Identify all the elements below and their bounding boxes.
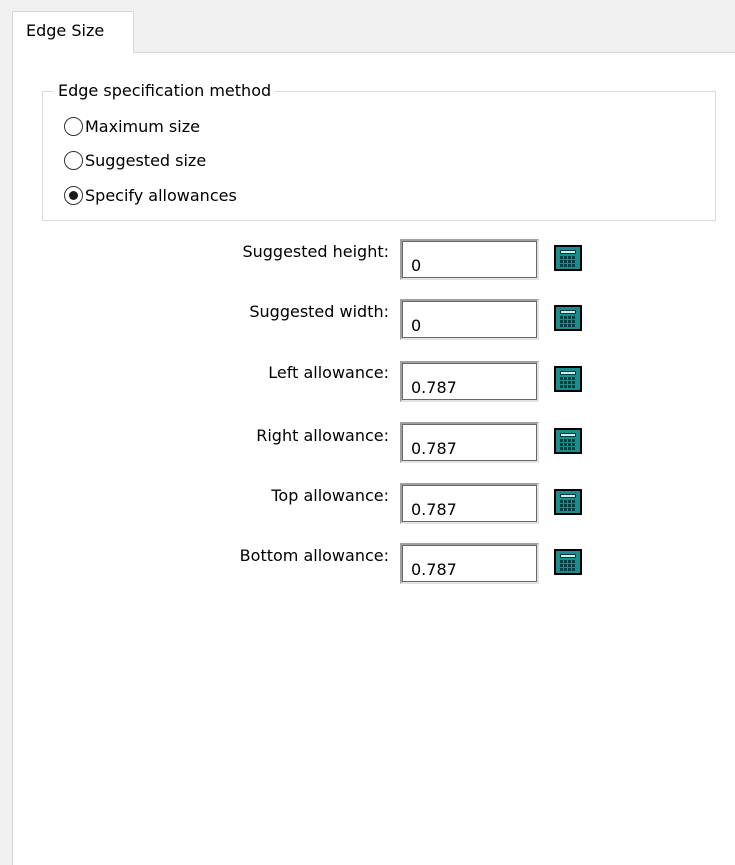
calculator-icon[interactable] <box>554 489 582 515</box>
right-allowance-label: Right allowance: <box>256 426 389 445</box>
left-allowance-label: Left allowance: <box>268 363 389 382</box>
calculator-icon[interactable] <box>554 245 582 271</box>
radio-button-checked[interactable] <box>64 185 83 205</box>
tab-edge-size-label: Edge Size <box>26 21 105 40</box>
suggested-height-field[interactable] <box>400 239 539 280</box>
group-legend: Edge specification method <box>54 80 275 102</box>
top-allowance-field[interactable] <box>400 483 539 524</box>
bottom-allowance-label: Bottom allowance: <box>239 546 389 565</box>
edge-size-panel: Edge specification method Maximum size S… <box>12 52 735 865</box>
radio-label: Suggested size <box>85 150 207 170</box>
calculator-icon[interactable] <box>554 428 582 454</box>
radio-suggested-size[interactable]: Suggested size <box>64 149 206 171</box>
suggested-width-field[interactable] <box>400 299 539 340</box>
left-allowance-field[interactable] <box>400 361 539 402</box>
radio-specify-allowances[interactable]: Specify allowances <box>64 184 237 206</box>
radio-label: Maximum size <box>85 116 200 136</box>
calculator-icon[interactable] <box>554 305 582 331</box>
radio-maximum-size[interactable]: Maximum size <box>64 115 200 137</box>
right-allowance-field[interactable] <box>400 422 539 463</box>
calculator-icon[interactable] <box>554 549 582 575</box>
tab-strip: Edge Size <box>0 0 735 53</box>
tab-edge-size[interactable]: Edge Size <box>12 11 134 53</box>
edge-specification-method-group: Edge specification method Maximum size S… <box>42 80 716 221</box>
calculator-icon[interactable] <box>554 366 582 392</box>
radio-label: Specify allowances <box>85 185 237 205</box>
radio-button[interactable] <box>64 116 83 136</box>
radio-button[interactable] <box>64 150 83 170</box>
suggested-height-label: Suggested height: <box>242 242 389 261</box>
bottom-allowance-field[interactable] <box>400 543 539 584</box>
top-allowance-label: Top allowance: <box>271 486 389 505</box>
suggested-width-label: Suggested width: <box>249 302 389 321</box>
